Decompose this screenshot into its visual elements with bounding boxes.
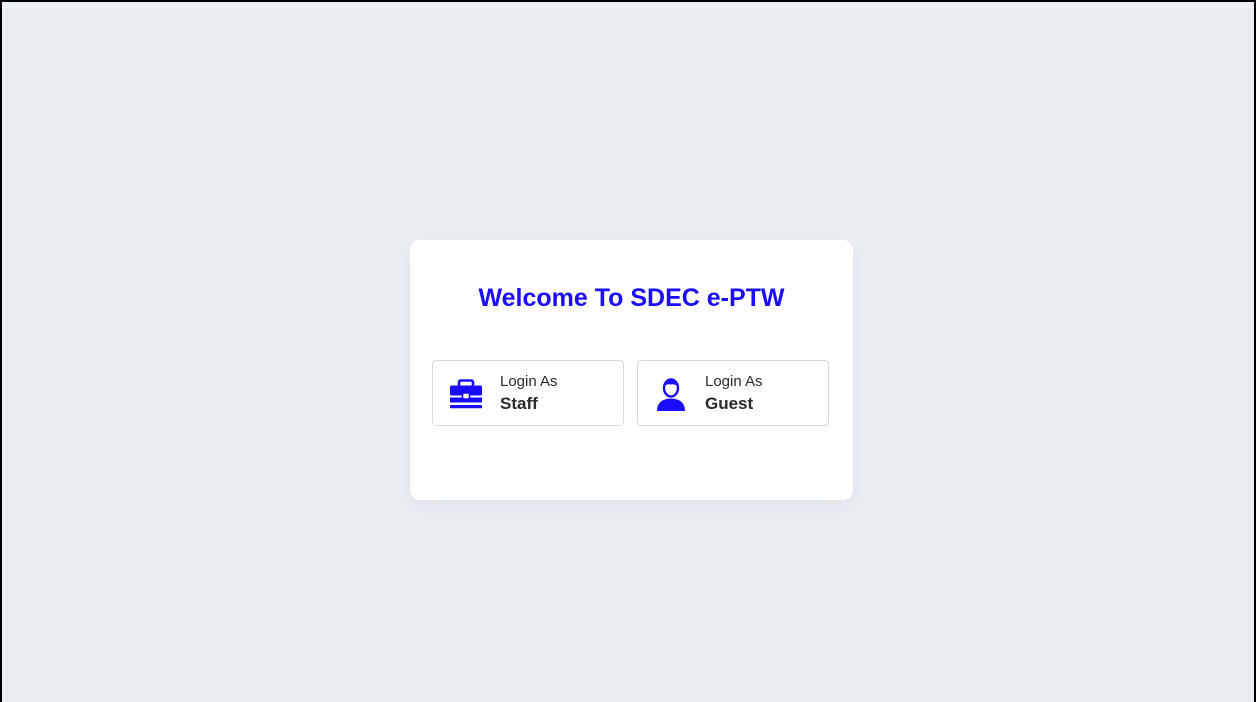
guest-button-label: Guest [705, 394, 754, 413]
user-icon [652, 375, 690, 413]
guest-button-prefix: Login As [705, 373, 763, 390]
page-background: Welcome To SDEC e-PTW Login As Staff Log… [0, 0, 1256, 702]
staff-button-label: Staff [500, 394, 538, 413]
login-guest-button[interactable]: Login As Guest [637, 360, 829, 426]
page-title: Welcome To SDEC e-PTW [478, 284, 785, 312]
briefcase-icon [447, 375, 485, 413]
login-staff-button[interactable]: Login As Staff [432, 360, 624, 426]
staff-button-prefix: Login As [500, 373, 558, 390]
welcome-card: Welcome To SDEC e-PTW Login As Staff Log… [410, 240, 853, 500]
